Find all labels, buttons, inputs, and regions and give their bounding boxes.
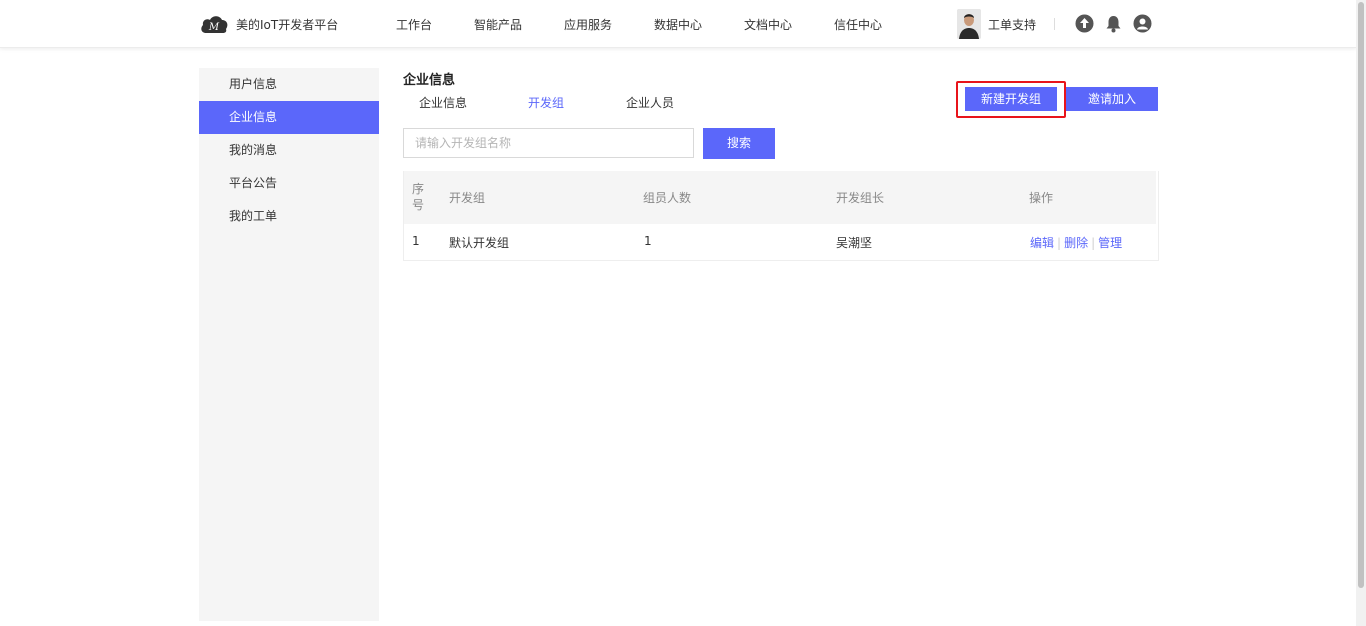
table-header: 序号 开发组 组员人数 开发组长 操作 (404, 171, 1156, 224)
action-divider: | (1091, 236, 1096, 250)
nav-app-services[interactable]: 应用服务 (564, 16, 612, 33)
cell-index: 1 (412, 234, 420, 248)
scrollbar-thumb[interactable] (1358, 2, 1364, 588)
nav-smart-products[interactable]: 智能产品 (474, 16, 522, 33)
cell-group-name: 默认开发组 (449, 236, 510, 250)
sidebar-item-user-info[interactable]: 用户信息 (199, 68, 379, 101)
tab-enterprise-info[interactable]: 企业信息 (419, 94, 467, 111)
sidebar: 用户信息 企业信息 我的消息 平台公告 我的工单 (199, 68, 379, 621)
column-header-index: 序号 (412, 182, 425, 212)
new-dev-group-button[interactable]: 新建开发组 (965, 87, 1057, 111)
user-avatar[interactable] (957, 9, 981, 39)
cell-actions: 编辑 | 删除 | 管理 (1030, 234, 1122, 251)
tab-dev-groups[interactable]: 开发组 (528, 94, 564, 111)
tab-enterprise-members[interactable]: 企业人员 (626, 94, 674, 111)
manage-link[interactable]: 管理 (1098, 236, 1122, 250)
column-header-members: 组员人数 (643, 191, 692, 205)
page-title: 企业信息 (403, 73, 456, 88)
ticket-support-link[interactable]: 工单支持 (988, 16, 1036, 33)
top-header: M 美的IoT开发者平台 工作台 智能产品 应用服务 数据中心 文档中心 信任中… (0, 0, 1356, 48)
search-button[interactable]: 搜索 (703, 128, 775, 159)
user-icon[interactable] (1133, 14, 1152, 33)
column-header-leader: 开发组长 (836, 191, 885, 205)
dev-groups-table: 序号 开发组 组员人数 开发组长 操作 1 默认开发组 1 吴潮坚 编辑 | 删除 |… (403, 171, 1159, 261)
page-scrollbar[interactable] (1356, 0, 1366, 626)
bell-icon[interactable] (1104, 14, 1123, 33)
column-header-group: 开发组 (449, 191, 486, 205)
nav-data-center[interactable]: 数据中心 (654, 16, 702, 33)
invite-join-button[interactable]: 邀请加入 (1066, 87, 1158, 111)
action-divider: | (1057, 236, 1062, 250)
sidebar-item-enterprise-info[interactable]: 企业信息 (199, 101, 379, 134)
edit-link[interactable]: 编辑 (1030, 236, 1054, 250)
brand-name[interactable]: 美的IoT开发者平台 (236, 16, 338, 33)
sidebar-item-my-messages[interactable]: 我的消息 (199, 134, 379, 167)
upload-icon[interactable] (1075, 14, 1094, 33)
svg-text:M: M (208, 22, 220, 33)
cell-member-count: 1 (644, 234, 652, 248)
nav-doc-center[interactable]: 文档中心 (744, 16, 792, 33)
delete-link[interactable]: 删除 (1064, 236, 1088, 250)
nav-workbench[interactable]: 工作台 (396, 16, 432, 33)
sidebar-item-announcements[interactable]: 平台公告 (199, 167, 379, 200)
brand-logo-icon[interactable]: M (199, 12, 229, 36)
header-divider (1054, 18, 1055, 30)
search-input[interactable] (403, 128, 694, 158)
column-header-actions: 操作 (1029, 191, 1054, 205)
cell-group-leader: 吴潮坚 (836, 236, 873, 250)
sidebar-item-my-tickets[interactable]: 我的工单 (199, 200, 379, 233)
nav-trust-center[interactable]: 信任中心 (834, 16, 882, 33)
